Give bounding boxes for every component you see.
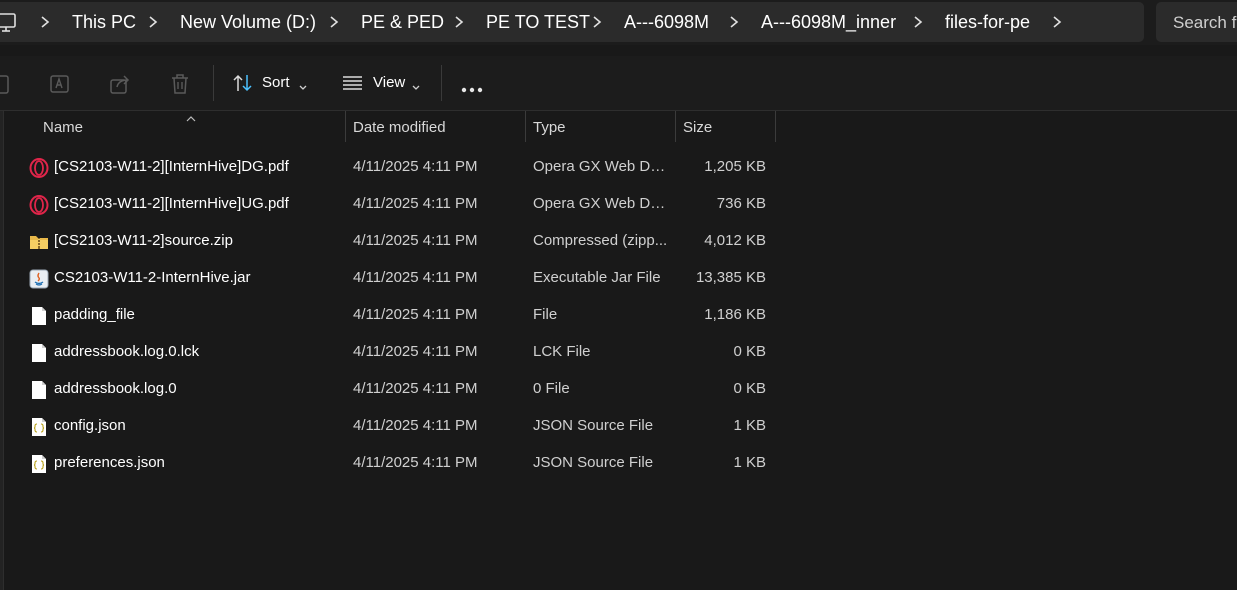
file-name: [CS2103-W11-2]source.zip [54,232,233,249]
java-jar-icon [29,269,49,289]
view-button[interactable]: View [341,69,426,97]
toolbar-separator [213,65,214,101]
file-row[interactable]: [CS2103-W11-2]source.zip 4/11/2025 4:11 … [0,223,780,260]
file-row[interactable]: preferences.json 4/11/2025 4:11 PM JSON … [0,445,780,482]
json-file-icon [29,417,49,437]
breadcrumb-item-files-for-pe[interactable]: files-for-pe [945,12,1030,33]
sort-button[interactable]: Sort [231,69,311,97]
file-type: File [533,306,558,323]
file-date: 4/11/2025 4:11 PM [353,306,478,323]
file-name: addressbook.log.0 [54,380,177,397]
blank-file-icon [29,306,49,326]
breadcrumb-item-pe-to-test[interactable]: PE TO TEST [486,12,590,33]
column-header-name[interactable]: Name [43,119,83,136]
file-type: LCK File [533,343,591,360]
share-icon[interactable] [109,73,131,100]
file-name: [CS2103-W11-2][InternHive]DG.pdf [54,158,289,175]
blank-file-icon [29,343,49,363]
file-row[interactable]: config.json 4/11/2025 4:11 PM JSON Sourc… [0,408,780,445]
chevron-right-icon[interactable] [146,14,160,35]
address-bar: This PC New Volume (D:) PE & PED PE TO T… [0,0,1237,45]
zip-folder-icon [29,232,49,252]
file-size: 4,012 KB [704,232,766,249]
breadcrumb-item-new-volume[interactable]: New Volume (D:) [180,12,316,33]
chevron-right-icon[interactable] [327,14,341,35]
file-type: 0 File [533,380,570,397]
file-type: Opera GX Web Do... [533,158,668,175]
chevron-down-icon [298,79,308,97]
chevron-right-icon[interactable] [727,14,741,35]
file-row[interactable]: addressbook.log.0.lck 4/11/2025 4:11 PM … [0,334,780,371]
file-size: 0 KB [733,343,766,360]
file-size: 1,186 KB [704,306,766,323]
toolbar-separator [441,65,442,101]
file-type: Compressed (zipp... [533,232,668,249]
chevron-down-icon [411,79,421,97]
json-file-icon [29,454,49,474]
file-row[interactable]: [CS2103-W11-2][InternHive]DG.pdf 4/11/20… [0,149,780,186]
breadcrumb[interactable]: This PC New Volume (D:) PE & PED PE TO T… [0,2,1144,42]
paste-icon[interactable] [0,73,12,100]
view-label: View [373,74,406,91]
column-divider[interactable] [525,111,526,142]
blank-file-icon [29,380,49,400]
opera-pdf-icon [29,158,49,178]
file-size: 13,385 KB [695,269,766,286]
file-date: 4/11/2025 4:11 PM [353,269,478,286]
delete-icon[interactable] [169,73,191,100]
file-type: Opera GX Web Do... [533,195,668,212]
file-date: 4/11/2025 4:11 PM [353,343,478,360]
chevron-right-icon[interactable] [590,14,604,35]
column-divider[interactable] [345,111,346,142]
breadcrumb-item-pe-ped[interactable]: PE & PED [361,12,444,33]
file-type: JSON Source File [533,417,654,434]
file-name: preferences.json [54,454,165,471]
file-row[interactable]: addressbook.log.0 4/11/2025 4:11 PM 0 Fi… [0,371,780,408]
file-row[interactable]: padding_file 4/11/2025 4:11 PM File 1,18… [0,297,780,334]
file-date: 4/11/2025 4:11 PM [353,417,478,434]
chevron-right-icon[interactable] [911,14,925,35]
column-divider[interactable] [775,111,776,142]
file-name: [CS2103-W11-2][InternHive]UG.pdf [54,195,289,212]
more-options-icon[interactable] [461,80,485,98]
sort-icon [232,73,254,98]
opera-pdf-icon [29,195,49,215]
file-size: 1 KB [733,417,766,434]
file-date: 4/11/2025 4:11 PM [353,195,478,212]
breadcrumb-item-this-pc[interactable]: This PC [72,12,136,33]
file-size: 736 KB [716,195,766,212]
breadcrumb-item-a-6098m[interactable]: A---6098M [624,12,709,33]
command-bar: Sort View [0,56,1237,110]
breadcrumb-item-a-6098m-inner[interactable]: A---6098M_inner [761,12,896,33]
file-type: JSON Source File [533,454,654,471]
rename-icon[interactable] [49,73,71,100]
file-name: CS2103-W11-2-InternHive.jar [54,269,251,286]
file-name: addressbook.log.0.lck [54,343,200,360]
file-row[interactable]: [CS2103-W11-2][InternHive]UG.pdf 4/11/20… [0,186,780,223]
chevron-right-icon[interactable] [1050,14,1064,35]
file-name: config.json [54,417,126,434]
file-name: padding_file [54,306,135,323]
file-date: 4/11/2025 4:11 PM [353,232,478,249]
view-list-icon [342,75,364,96]
chevron-right-icon[interactable] [38,14,52,35]
file-date: 4/11/2025 4:11 PM [353,454,478,471]
search-placeholder: Search fi [1173,13,1237,32]
file-size: 1,205 KB [704,158,766,175]
chevron-right-icon[interactable] [452,14,466,35]
column-header-size[interactable]: Size [683,119,712,136]
sort-label: Sort [262,74,290,91]
file-date: 4/11/2025 4:11 PM [353,158,478,175]
file-size: 1 KB [733,454,766,471]
file-date: 4/11/2025 4:11 PM [353,380,478,397]
sort-ascending-icon [185,110,197,128]
column-divider[interactable] [675,111,676,142]
file-size: 0 KB [733,380,766,397]
file-type: Executable Jar File [533,269,661,286]
search-input[interactable]: Search fi [1156,2,1237,42]
file-row[interactable]: CS2103-W11-2-InternHive.jar 4/11/2025 4:… [0,260,780,297]
computer-icon[interactable] [0,13,18,38]
column-header-type[interactable]: Type [533,119,566,136]
column-header-date-modified[interactable]: Date modified [353,119,446,136]
